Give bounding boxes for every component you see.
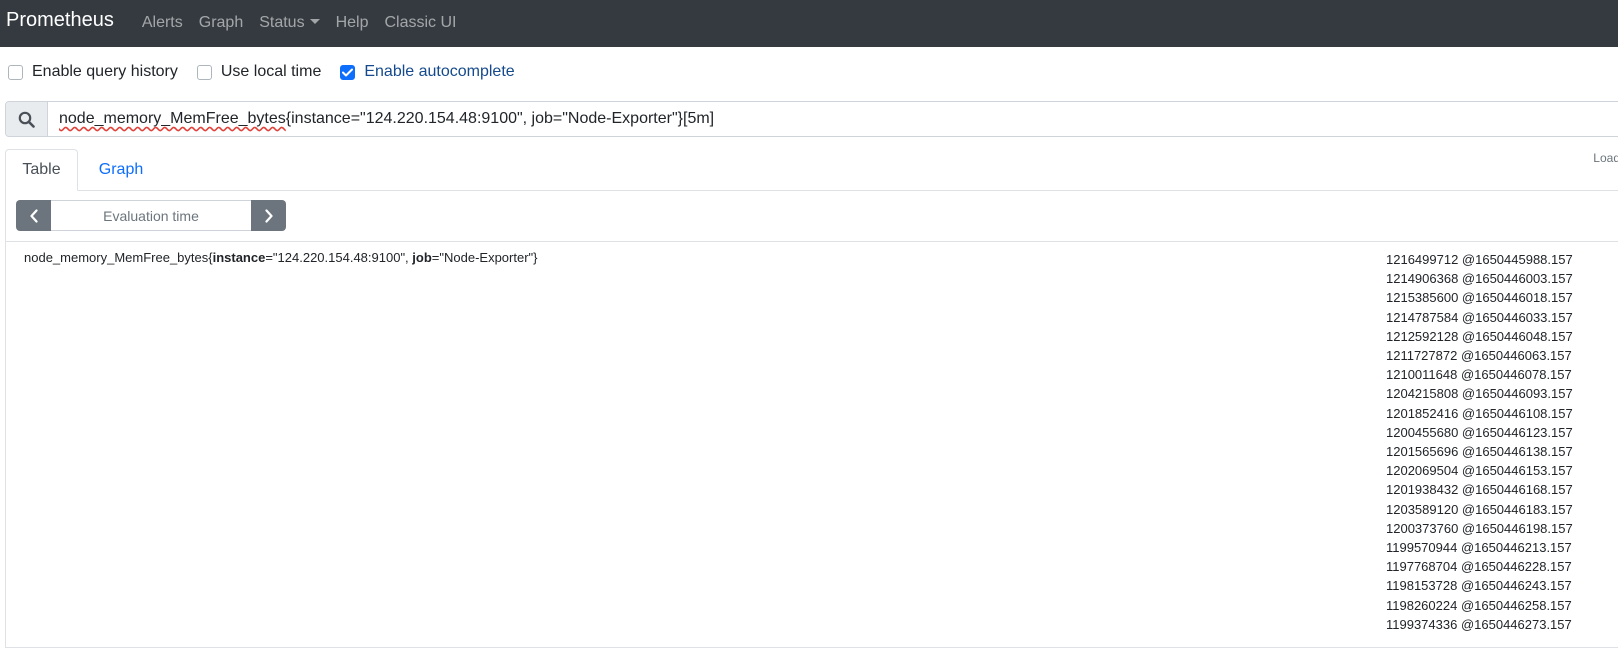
tab-graph[interactable]: Graph (85, 149, 157, 191)
panel-tabs: Table Graph (5, 149, 1618, 191)
query-options: Enable query history Use local time Enab… (8, 63, 534, 81)
series-values: 1216499712 @1650445988.157 1214906368 @1… (1386, 250, 1573, 634)
nav-alerts[interactable]: Alerts (134, 14, 191, 32)
nav-graph[interactable]: Graph (191, 14, 251, 32)
search-addon (6, 102, 48, 136)
local-time-label: Use local time (220, 63, 322, 80)
brand-link[interactable]: Prometheus (6, 9, 114, 32)
nav-status-dropdown[interactable]: Status (251, 14, 327, 32)
value-row: 1203589120 @1650446183.157 (1386, 501, 1573, 517)
autocomplete-label: Enable autocomplete (364, 63, 515, 80)
option-autocomplete[interactable]: Enable autocomplete (340, 63, 515, 81)
option-local-time[interactable]: Use local time (196, 63, 322, 81)
next-time-button[interactable] (251, 200, 286, 231)
value-row: 1216499712 @1650445988.157 (1386, 252, 1573, 267)
value-row: 1198260224 @1650446258.157 (1386, 597, 1572, 613)
value-row: 1201938432 @1650446168.157 (1386, 482, 1573, 498)
query-history-label: Enable query history (32, 63, 178, 80)
tab-table[interactable]: Table (5, 149, 78, 191)
value-row: 1202069504 @1650446153.157 (1386, 463, 1573, 479)
value-row: 1212592128 @1650446048.157 (1386, 328, 1573, 344)
prev-time-button[interactable] (16, 200, 51, 231)
table-divider (6, 241, 1618, 242)
query-metric-name: node_memory_MemFree_bytes (59, 110, 286, 127)
expression-input[interactable]: node_memory_MemFree_bytes {instance="124.… (48, 102, 1618, 136)
label-name-job: job (412, 250, 432, 265)
chevron-left-icon (29, 208, 38, 223)
query-history-checkbox[interactable] (8, 64, 23, 80)
caret-down-icon (309, 18, 320, 24)
value-row: 1214906368 @1650446003.157 (1386, 271, 1573, 287)
value-row: 1197768704 @1650446228.157 (1386, 559, 1572, 575)
value-row: 1199374336 @1650446273.157 (1386, 616, 1572, 632)
label-value-job: ="Node-Exporter" (431, 250, 534, 265)
value-row: 1198153728 @1650446243.157 (1386, 578, 1572, 594)
value-row: 1200455680 @1650446123.157 (1386, 424, 1573, 440)
search-icon (18, 111, 35, 128)
nav-help[interactable]: Help (328, 14, 377, 32)
series-metric: node_memory_MemFree_bytes (24, 250, 209, 265)
series-label: node_memory_MemFree_bytes{instance="124.… (24, 250, 538, 265)
nav-status-label: Status (259, 13, 305, 31)
nav-classic-ui[interactable]: Classic UI (376, 14, 464, 32)
expression-bar: node_memory_MemFree_bytes {instance="124.… (5, 101, 1618, 137)
evaluation-time-input[interactable]: Evaluation time (51, 200, 251, 231)
value-row: 1201565696 @1650446138.157 (1386, 444, 1573, 460)
value-row: 1199570944 @1650446213.157 (1386, 540, 1572, 556)
evaluation-time-group: Evaluation time (16, 200, 286, 231)
value-row: 1201852416 @1650446108.157 (1386, 405, 1573, 421)
label-value-instance: ="124.220.154.48:9100", (265, 250, 413, 265)
checkmark-icon (342, 68, 354, 76)
navbar: Prometheus Alerts Graph Status Help Clas… (0, 0, 1618, 47)
series-close-brace: } (533, 250, 538, 265)
value-row: 1200373760 @1650446198.157 (1386, 520, 1573, 536)
autocomplete-checkbox[interactable] (340, 64, 356, 80)
option-query-history[interactable]: Enable query history (8, 63, 178, 81)
value-row: 1215385600 @1650446018.157 (1386, 290, 1573, 306)
chevron-right-icon (264, 208, 273, 223)
value-row: 1211727872 @1650446063.157 (1386, 348, 1572, 364)
local-time-checkbox[interactable] (196, 64, 212, 80)
table-panel: Evaluation time node_memory_MemFree_byte… (5, 190, 1618, 648)
value-row: 1204215808 @1650446093.157 (1386, 386, 1573, 402)
value-row: 1214787584 @1650446033.157 (1386, 309, 1573, 325)
value-row: 1210011648 @1650446078.157 (1386, 367, 1572, 383)
query-selector: {instance="124.220.154.48:9100", job="No… (285, 110, 715, 127)
label-name-instance: instance (212, 250, 266, 265)
